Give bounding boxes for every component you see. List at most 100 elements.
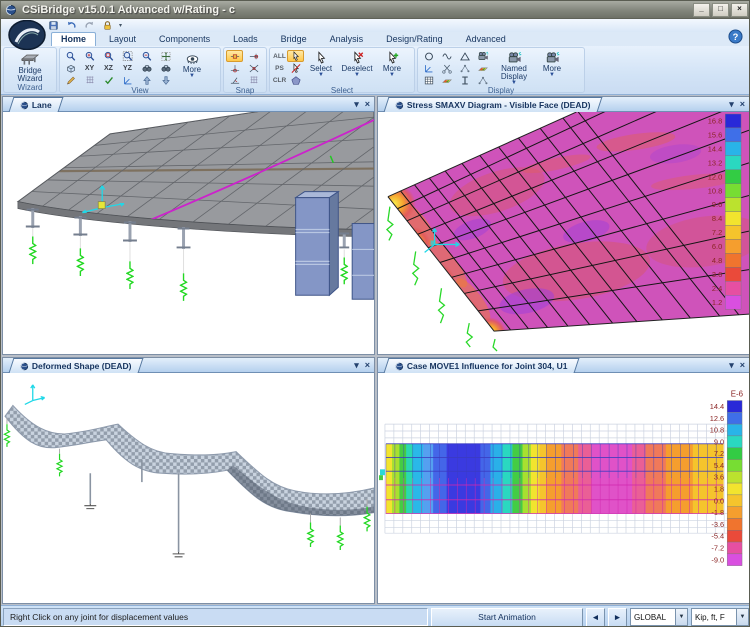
viewport-deformed-tab[interactable]: Deformed Shape (DEAD) — [9, 358, 144, 373]
viewport-menu-icon[interactable]: ▾ — [354, 361, 359, 370]
viewport-close-icon[interactable]: × — [740, 100, 745, 109]
bridge-wizard-button[interactable]: Bridge Wizard — [6, 50, 54, 83]
select-more-button[interactable]: More▼ — [377, 50, 407, 78]
viewport-influence-tab[interactable]: Case MOVE1 Influence for Joint 304, U1 — [384, 358, 579, 373]
perspective-icon[interactable] — [157, 62, 174, 74]
maximize-button[interactable]: □ — [712, 3, 729, 17]
svg-text:0.0: 0.0 — [714, 496, 724, 505]
draw-grid-icon[interactable] — [62, 74, 79, 86]
loads-icon[interactable] — [474, 62, 491, 74]
svg-text:9.0: 9.0 — [714, 437, 724, 446]
undo-icon[interactable] — [65, 20, 78, 31]
tab-design-rating[interactable]: Design/Rating — [376, 32, 453, 46]
lane-3d-view[interactable] — [3, 112, 374, 354]
viewport-menu-icon[interactable]: ▾ — [729, 361, 734, 370]
viewport-menu-icon[interactable]: ▾ — [354, 100, 359, 109]
tab-bridge[interactable]: Bridge — [271, 32, 317, 46]
snap-joints-icon[interactable] — [226, 50, 243, 62]
svg-text:10.8: 10.8 — [710, 426, 724, 435]
viewport-menu-icon[interactable]: ▾ — [729, 100, 734, 109]
3d-view-icon[interactable] — [62, 62, 79, 74]
snap-ends-icon[interactable] — [245, 50, 262, 62]
influence-surface-view[interactable]: E-6 14.412.610.89.07.25.43.61.80.0-1.8-3… — [378, 373, 749, 603]
coord-system-select[interactable]: GLOBAL ▼ — [630, 608, 688, 626]
view-xy-button[interactable]: XY — [81, 62, 98, 74]
prev-step-button[interactable]: ◄ — [586, 608, 605, 627]
show-axes-icon[interactable] — [119, 74, 136, 86]
zoom-previous-icon[interactable] — [119, 50, 136, 62]
polygon-select-icon[interactable] — [287, 74, 304, 86]
pan-icon[interactable] — [157, 50, 174, 62]
zoom-out-icon[interactable] — [138, 50, 155, 62]
snap-midpoints-icon[interactable] — [226, 62, 243, 74]
animation-icon[interactable] — [474, 50, 491, 62]
misc-display-icon[interactable] — [474, 74, 491, 86]
close-button[interactable]: × — [731, 3, 748, 17]
tab-home[interactable]: Home — [51, 32, 96, 46]
viewport-close-icon[interactable]: × — [365, 361, 370, 370]
minimize-button[interactable]: _ — [693, 3, 710, 17]
view-xz-button[interactable]: XZ — [100, 62, 117, 74]
viewport-deformed-titlebar[interactable]: Deformed Shape (DEAD) ▾ × — [3, 358, 374, 373]
viewport-close-icon[interactable]: × — [740, 361, 745, 370]
named-view-icon[interactable] — [138, 62, 155, 74]
lock-icon[interactable] — [101, 20, 114, 31]
display-more-button[interactable]: More▼ — [536, 50, 568, 78]
tables-icon[interactable] — [420, 74, 437, 86]
move-down-icon[interactable] — [157, 74, 174, 86]
zoom-in-icon[interactable] — [81, 50, 98, 62]
group-wizard: Bridge Wizard Wizard — [3, 47, 57, 93]
units-select[interactable]: Kip, ft, F ▼ — [691, 608, 749, 626]
invert-selection-icon[interactable] — [287, 62, 304, 74]
shells-icon[interactable] — [456, 50, 473, 62]
tab-layout[interactable]: Layout — [99, 32, 146, 46]
viewport-stress-tab[interactable]: Stress SMAXV Diagram - Visible Face (DEA… — [384, 97, 602, 112]
tab-analysis[interactable]: Analysis — [320, 32, 374, 46]
app-logo-button[interactable] — [8, 20, 46, 49]
snap-perpendicular-icon[interactable] — [226, 74, 243, 86]
combo-dropdown-icon[interactable]: ▼ — [736, 609, 748, 625]
girder-section-icon[interactable] — [456, 74, 473, 86]
svg-text:15.6: 15.6 — [708, 130, 722, 139]
start-animation-button[interactable]: Start Animation — [431, 608, 583, 627]
get-selection-icon[interactable] — [287, 50, 304, 62]
frames-icon[interactable] — [438, 50, 455, 62]
set-limits-icon[interactable] — [81, 74, 98, 86]
save-icon[interactable] — [47, 20, 60, 31]
check-icon[interactable] — [100, 74, 117, 86]
view-more-button[interactable]: More▼ — [177, 50, 207, 79]
viewport-lane-titlebar[interactable]: Lane ▾ × — [3, 97, 374, 112]
view-yz-button[interactable]: YZ — [119, 62, 136, 74]
redo-icon[interactable] — [83, 20, 96, 31]
tab-loads[interactable]: Loads — [223, 32, 268, 46]
qat-dropdown-icon[interactable]: ▾ — [119, 22, 122, 29]
select-ps-button[interactable]: PS — [272, 65, 287, 72]
axes-icon[interactable] — [420, 62, 437, 74]
snap-intersections-icon[interactable] — [245, 62, 262, 74]
cut-section-icon[interactable] — [438, 62, 455, 74]
select-all-button[interactable]: ALL — [272, 53, 287, 60]
viewport-influence-titlebar[interactable]: Case MOVE1 Influence for Joint 304, U1 ▾… — [378, 358, 749, 373]
viewport-stress-titlebar[interactable]: Stress SMAXV Diagram - Visible Face (DEA… — [378, 97, 749, 112]
tab-components[interactable]: Components — [149, 32, 220, 46]
move-up-icon[interactable] — [138, 74, 155, 86]
named-display-button[interactable]: Named Display▼ — [493, 50, 535, 86]
viewport-lane-tab[interactable]: Lane — [9, 97, 64, 112]
next-step-button[interactable]: ► — [608, 608, 627, 627]
deformed-shape-view[interactable] — [3, 373, 374, 603]
deselect-button[interactable]: Deselect▼ — [338, 50, 376, 78]
help-button[interactable] — [728, 29, 743, 44]
viewport-close-icon[interactable]: × — [365, 100, 370, 109]
contour-icon[interactable] — [438, 74, 455, 86]
combo-dropdown-icon[interactable]: ▼ — [675, 609, 687, 625]
group-label-display: Display — [418, 86, 584, 95]
stress-contour-view[interactable]: 16.815.614.413.212.010.89.68.47.26.04.83… — [378, 112, 749, 354]
joints-icon[interactable] — [420, 50, 437, 62]
select-button[interactable]: Select▼ — [305, 50, 337, 78]
snap-grid-icon[interactable] — [245, 74, 262, 86]
tab-advanced[interactable]: Advanced — [456, 32, 516, 46]
zoom-full-icon[interactable] — [62, 50, 79, 62]
select-clr-button[interactable]: CLR — [272, 77, 287, 84]
zoom-window-icon[interactable] — [100, 50, 117, 62]
supports-icon[interactable] — [456, 62, 473, 74]
